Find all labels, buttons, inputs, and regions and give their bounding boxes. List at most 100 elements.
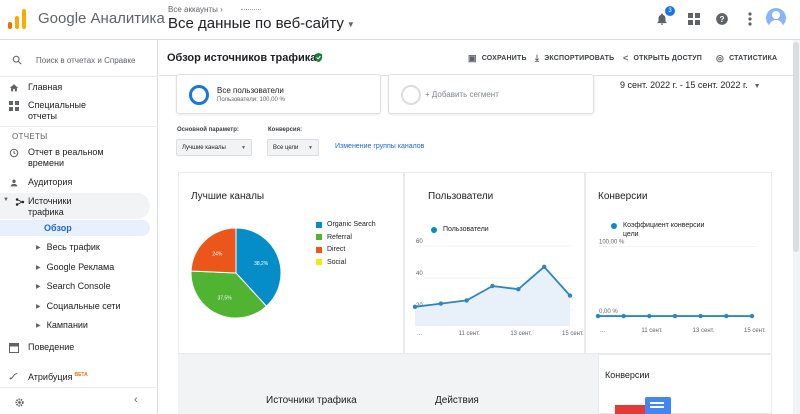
sidebar-item-attribution[interactable]: Атрибуция BETA xyxy=(0,370,150,383)
data-point[interactable] xyxy=(672,313,678,319)
settings-gear-icon[interactable] xyxy=(14,395,25,413)
legend-item[interactable]: Referral xyxy=(316,234,352,241)
behavior-icon xyxy=(0,342,28,353)
help-button[interactable]: ? xyxy=(712,9,732,29)
apps-grid-icon xyxy=(688,13,700,25)
legend-item[interactable]: Organic Search xyxy=(316,221,376,228)
empty-segment-ring xyxy=(401,85,421,105)
collapse-chevron-left-icon[interactable]: ‹ xyxy=(134,394,138,406)
reports-section-heading: ОТЧЕТЫ xyxy=(12,132,48,141)
notifications-button[interactable]: 3 xyxy=(652,6,675,29)
data-point[interactable] xyxy=(749,313,755,319)
save-button[interactable]: ▣ СОХРАНИТЬ xyxy=(468,53,527,64)
users-line-chart: 204060... 11 сент. 13 сент. 15 сент. xyxy=(412,239,584,337)
sidebar-subitem-all-traffic[interactable]: ▶ Весь трафик xyxy=(36,242,100,252)
help-icon: ? xyxy=(716,13,728,25)
more-options-button[interactable] xyxy=(740,9,760,29)
legend-item[interactable]: Direct xyxy=(316,246,345,253)
traffic-sources-header: Источники трафика xyxy=(266,395,357,406)
export-button[interactable]: ⤓ ЭКСПОРТИРОВАТЬ xyxy=(535,53,614,64)
segment-title: Все пользователи xyxy=(217,86,284,95)
divider xyxy=(0,126,158,127)
add-segment-button[interactable]: + Добавить сегмент xyxy=(388,74,594,114)
more-vert-icon xyxy=(748,12,752,26)
beta-badge: BETA xyxy=(74,372,88,378)
y-tick-label: 0,00 % xyxy=(599,309,618,315)
segment-color-ring xyxy=(189,85,209,105)
sidebar-subitem-label: Search Console xyxy=(46,281,111,291)
data-point[interactable] xyxy=(541,264,547,269)
date-range-label: 9 сент. 2022 г. - 15 сент. 2022 г. xyxy=(620,80,748,90)
export-label: ЭКСПОРТИРОВАТЬ xyxy=(544,55,615,62)
search-placeholder: Поиск в отчетах и Справке xyxy=(36,55,136,65)
data-point[interactable] xyxy=(698,313,703,319)
sidebar-subitem-search-console[interactable]: ▶ Search Console xyxy=(36,281,111,291)
attribution-label: Атрибуция xyxy=(28,372,73,382)
caret-down-icon: ▼ xyxy=(753,83,761,90)
account-breadcrumb[interactable]: Все аккаунты › xyxy=(168,5,261,14)
legend-swatch xyxy=(316,246,322,253)
data-point[interactable] xyxy=(647,313,652,319)
conversion-select[interactable]: Все цели ▼ xyxy=(267,139,319,156)
caret-right-icon: ▶ xyxy=(36,303,41,310)
sidebar-subitem-google-ads[interactable]: ▶ Google Реклама xyxy=(36,262,114,272)
data-point[interactable] xyxy=(464,298,469,303)
edit-channel-group-link[interactable]: Изменение группы каналов xyxy=(335,143,424,150)
conversion-label: Конверсия: xyxy=(268,127,303,133)
sidebar-item-custom-reports[interactable]: Специальные отчеты xyxy=(0,100,150,122)
view-selector[interactable]: Все данные по веб-сайту ▼ xyxy=(168,15,355,32)
selected-item-highlight xyxy=(0,220,150,236)
product-name[interactable]: Google Аналитика xyxy=(38,10,165,27)
account-avatar[interactable] xyxy=(766,8,786,28)
sidebar-item-behavior[interactable]: Поведение xyxy=(0,342,150,353)
legend-swatch xyxy=(316,259,322,265)
person-icon xyxy=(0,177,28,188)
segment-subtitle: Пользователи: 100,00 % xyxy=(217,97,285,103)
legend-swatch xyxy=(316,221,322,228)
sidebar-search[interactable]: Поиск в отчетах и Справке xyxy=(12,52,152,68)
data-point[interactable] xyxy=(490,283,495,289)
sidebar-subitem-campaigns[interactable]: ▶ Кампании xyxy=(36,320,88,330)
caret-down-icon: ▼ xyxy=(346,19,355,29)
sidebar-item-realtime[interactable]: Отчет в реальном времени xyxy=(0,147,150,169)
date-range-picker[interactable]: 9 сент. 2022 г. - 15 сент. 2022 г. ▼ xyxy=(620,80,761,90)
sidebar-item-audience[interactable]: Аудитория xyxy=(0,177,150,188)
pie-slice-label: 24% xyxy=(212,251,223,257)
data-point[interactable] xyxy=(412,304,418,309)
sidebar-item-home[interactable]: Главная xyxy=(0,82,150,93)
data-point[interactable] xyxy=(724,313,729,319)
segment-all-users[interactable]: Все пользователи Пользователи: 100,00 % xyxy=(176,74,381,114)
pie-slice-label: 38,2% xyxy=(254,261,269,267)
caret-right-icon: ▶ xyxy=(36,244,41,251)
data-point[interactable] xyxy=(595,313,601,319)
sidebar-subitem-social[interactable]: ▶ Социальные сети xyxy=(36,301,121,311)
apps-button[interactable] xyxy=(684,9,704,29)
goals-illustration-icon xyxy=(615,397,671,414)
divider xyxy=(0,76,158,77)
caret-down-icon: ▼ xyxy=(3,197,9,203)
primary-dimension-select[interactable]: Лучшие каналы ▼ xyxy=(176,139,252,156)
save-label: СОХРАНИТЬ xyxy=(481,55,527,62)
data-point[interactable] xyxy=(567,293,573,298)
legend-label: Social xyxy=(327,258,347,266)
verified-shield-icon xyxy=(314,52,323,63)
sidebar-item-acquisition[interactable]: ▼ Источники трафика xyxy=(0,196,150,218)
legend-item[interactable]: Social xyxy=(316,259,346,266)
scrollbar[interactable] xyxy=(793,42,799,252)
data-point[interactable] xyxy=(621,313,626,319)
data-point[interactable] xyxy=(516,287,521,292)
sidebar-item-label: Атрибуция BETA xyxy=(28,370,88,383)
y-tick-label: 100,00 % xyxy=(599,239,625,245)
sidebar-subitem-label: Google Реклама xyxy=(46,262,115,272)
share-button[interactable]: < ОТКРЫТЬ ДОСТУП xyxy=(623,53,702,63)
analytics-logo-icon[interactable] xyxy=(8,9,28,29)
sidebar-subitem-overview[interactable]: Обзор xyxy=(44,223,72,233)
x-tick-label: 11 сент. xyxy=(459,331,481,337)
sidebar-footer: ‹ xyxy=(0,387,158,414)
sidebar: Поиск в отчетах и Справке Главная Специа… xyxy=(0,40,158,414)
sidebar-item-label: Аудитория xyxy=(28,177,73,187)
home-icon xyxy=(0,82,28,93)
data-point[interactable] xyxy=(438,301,444,306)
insights-button[interactable]: ◎ СТАТИСТИКА xyxy=(716,53,777,64)
x-tick-label: 13 сент. xyxy=(510,331,532,337)
